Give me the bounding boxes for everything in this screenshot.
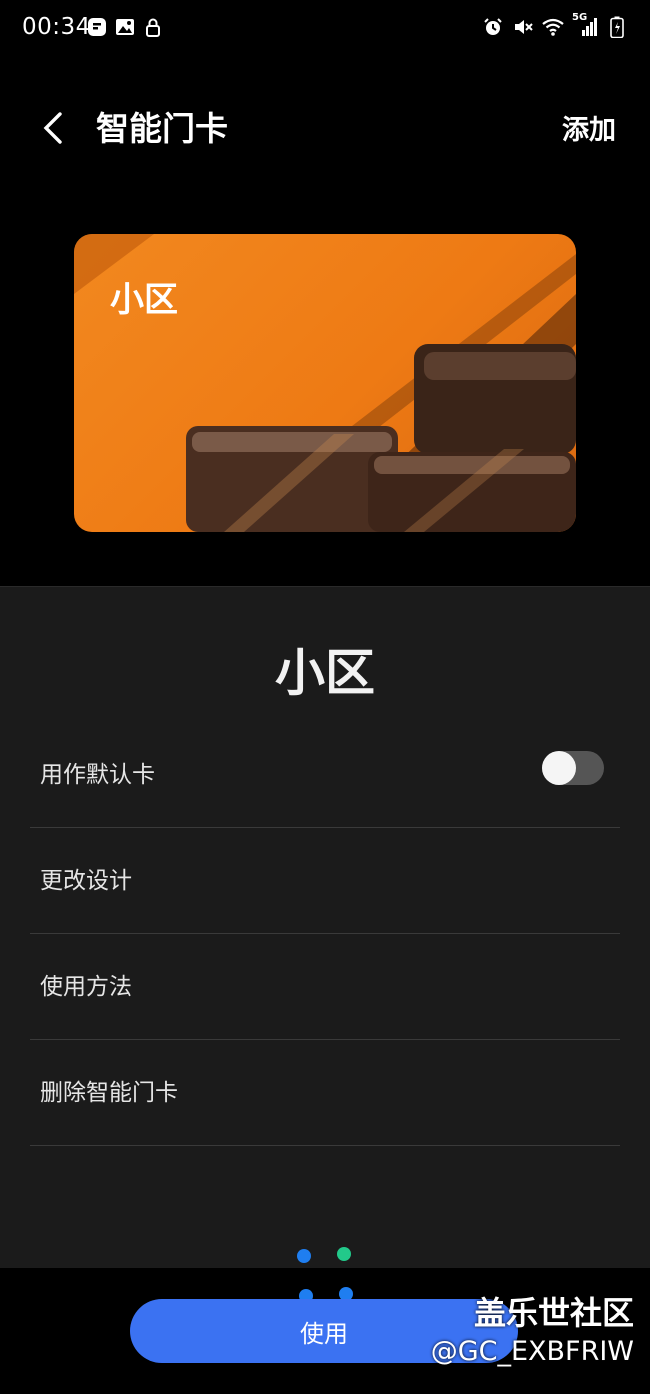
default-card-toggle[interactable] bbox=[542, 751, 604, 785]
status-time: 00:34 bbox=[22, 14, 91, 40]
page-indicator-dot bbox=[337, 1247, 351, 1261]
chevron-left-icon bbox=[43, 112, 62, 144]
page-title: 智能门卡 bbox=[96, 109, 228, 148]
alarm-icon bbox=[482, 16, 504, 38]
watermark-id: @GC_EXBFRIW bbox=[430, 1336, 634, 1367]
set-default-row[interactable]: 用作默认卡 bbox=[30, 721, 620, 828]
change-design-row[interactable]: 更改设计 bbox=[30, 827, 620, 934]
how-to-use-row[interactable]: 使用方法 bbox=[30, 933, 620, 1040]
status-bar: 00:34 5G bbox=[0, 0, 650, 58]
how-to-use-label: 使用方法 bbox=[40, 974, 132, 1000]
notification-icon bbox=[86, 16, 108, 38]
wifi-icon bbox=[542, 16, 564, 38]
door-card-preview[interactable]: 小区 bbox=[74, 234, 576, 532]
lock-icon bbox=[142, 16, 164, 38]
watermark: 盖乐世社区 @GC_EXBFRIW bbox=[431, 1288, 634, 1367]
network-label: 5G bbox=[572, 12, 588, 23]
battery-icon bbox=[606, 16, 628, 38]
card-name: 小区 bbox=[110, 280, 178, 320]
page-indicator-dot bbox=[297, 1249, 311, 1263]
watermark-title: 盖乐世社区 bbox=[473, 1294, 634, 1332]
set-default-label: 用作默认卡 bbox=[40, 762, 155, 788]
delete-card-row[interactable]: 删除智能门卡 bbox=[30, 1039, 620, 1146]
back-button[interactable] bbox=[34, 108, 74, 148]
mute-icon bbox=[512, 16, 534, 38]
card-detail-sheet: 小区 用作默认卡 更改设计 使用方法 删除智能门卡 bbox=[0, 586, 650, 1269]
toggle-knob bbox=[542, 751, 576, 785]
delete-card-label: 删除智能门卡 bbox=[40, 1080, 178, 1106]
status-left-icons bbox=[86, 16, 164, 38]
change-design-label: 更改设计 bbox=[40, 868, 132, 894]
signal-icon: 5G bbox=[572, 12, 598, 38]
add-button[interactable]: 添加 bbox=[562, 108, 616, 147]
app-bar: 智能门卡 添加 bbox=[0, 90, 650, 166]
card-detail-title: 小区 bbox=[275, 644, 375, 702]
status-right-icons: 5G bbox=[482, 12, 628, 38]
gallery-icon bbox=[114, 16, 136, 38]
